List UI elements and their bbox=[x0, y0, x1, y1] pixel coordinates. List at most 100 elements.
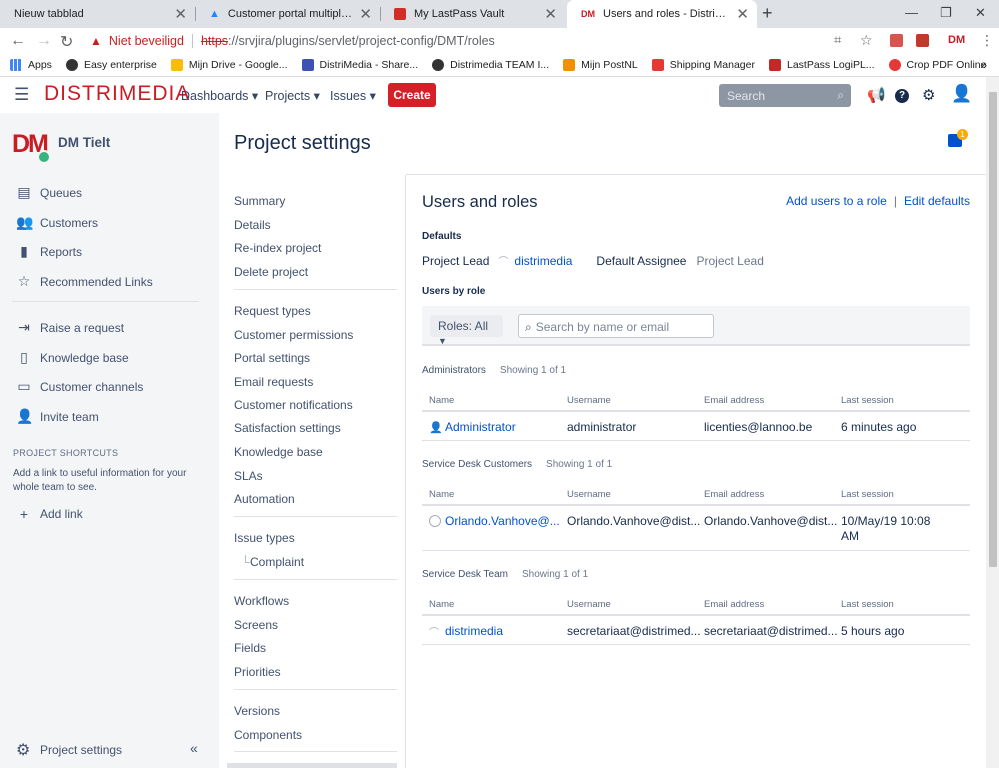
more-icon[interactable]: ⋮ bbox=[980, 32, 994, 49]
bookmark-item[interactable]: Mijn Drive - Google... bbox=[170, 59, 288, 71]
megaphone-icon[interactable]: 📢 bbox=[867, 86, 886, 104]
project-lead-link[interactable]: distrimedia bbox=[514, 254, 572, 268]
close-window-icon[interactable]: ✕ bbox=[975, 5, 986, 21]
bookmark-item[interactable]: DistriMedia - Share... bbox=[301, 59, 418, 71]
settings-nav-divider bbox=[234, 751, 397, 752]
sidebar-item-knowledge-base[interactable]: ▯ Knowledge base bbox=[16, 349, 129, 366]
issues-menu[interactable]: Issues ▾ bbox=[330, 88, 376, 103]
role-count: Showing 1 of 1 bbox=[521, 569, 589, 580]
gear-icon[interactable]: ⚙ bbox=[922, 86, 935, 104]
bookmark-item[interactable]: Distrimedia TEAM I... bbox=[432, 59, 549, 71]
gear-icon: ⚙ bbox=[16, 742, 31, 759]
translate-icon[interactable]: ⌗ bbox=[834, 32, 841, 48]
menu-icon[interactable]: ☰ bbox=[14, 85, 29, 105]
add-link-button[interactable]: + Add link bbox=[16, 506, 83, 522]
settings-nav-slas[interactable]: SLAs bbox=[234, 469, 263, 483]
user-name-link[interactable]: Administrator bbox=[445, 420, 516, 434]
settings-nav-divider bbox=[234, 579, 397, 580]
project-name[interactable]: DM Tielt bbox=[58, 135, 110, 150]
settings-nav-customer-permissions[interactable]: Customer permissions bbox=[234, 328, 353, 342]
settings-nav-details[interactable]: Details bbox=[234, 218, 271, 232]
browser-tab[interactable]: My LastPass Vault ✕ bbox=[380, 0, 565, 28]
settings-nav-request-types[interactable]: Request types bbox=[234, 304, 311, 318]
settings-nav-reindex[interactable]: Re-index project bbox=[234, 241, 321, 255]
address-field[interactable]: ▲ Niet beveiligd https://srvjira/plugins… bbox=[80, 30, 880, 52]
lastpass-icon bbox=[394, 8, 406, 20]
sidebar-item-customer-channels[interactable]: ▭ Customer channels bbox=[16, 378, 143, 395]
user-name-link[interactable]: Orlando.Vanhove@... bbox=[445, 514, 560, 528]
bookmark-item[interactable]: Shipping Manager bbox=[651, 59, 755, 71]
pdf-extension-icon[interactable] bbox=[890, 34, 903, 47]
sidebar-item-label: Reports bbox=[40, 244, 83, 259]
profile-avatar[interactable]: DM bbox=[948, 34, 965, 46]
bookmark-item[interactable]: Mijn PostNL bbox=[563, 59, 638, 71]
add-users-link[interactable]: Add users to a role bbox=[786, 194, 887, 208]
search-input[interactable]: Search ⌕ bbox=[719, 84, 851, 107]
settings-nav-workflows[interactable]: Workflows bbox=[234, 594, 289, 608]
settings-nav-customer-notifications[interactable]: Customer notifications bbox=[234, 398, 353, 412]
close-icon[interactable]: ✕ bbox=[359, 5, 372, 23]
new-tab-icon[interactable]: + bbox=[762, 3, 773, 24]
create-button[interactable]: Create bbox=[388, 83, 436, 107]
user-name-link[interactable]: distrimedia bbox=[445, 624, 503, 638]
edit-defaults-link[interactable]: Edit defaults bbox=[904, 194, 970, 208]
settings-nav-screens[interactable]: Screens bbox=[234, 618, 278, 632]
scrollbar-thumb[interactable] bbox=[989, 92, 997, 567]
dashboards-menu[interactable]: Dashboards ▾ bbox=[181, 88, 258, 103]
settings-nav-satisfaction[interactable]: Satisfaction settings bbox=[234, 421, 341, 435]
settings-nav-fields[interactable]: Fields bbox=[234, 641, 266, 655]
settings-nav-portal-settings[interactable]: Portal settings bbox=[234, 351, 310, 365]
browser-tab-active[interactable]: DM Users and roles - Distrimedia kla ✕ bbox=[567, 0, 757, 28]
sidebar-item-invite-team[interactable]: 👤 Invite team bbox=[16, 408, 99, 425]
sidebar-item-reports[interactable]: ▮ Reports bbox=[16, 243, 82, 260]
lastpass-extension-icon[interactable] bbox=[916, 34, 929, 47]
bookmarks-overflow-icon[interactable]: » bbox=[980, 58, 987, 72]
back-icon[interactable]: ← bbox=[10, 32, 26, 50]
settings-nav-summary[interactable]: Summary bbox=[234, 194, 285, 208]
content-divider bbox=[406, 174, 986, 175]
user-search-input[interactable]: ⌕ Search by name or email bbox=[518, 314, 714, 338]
service-desk-badge-icon bbox=[37, 150, 51, 164]
section-title: Users and roles bbox=[422, 193, 538, 211]
distrimedia-logo[interactable]: DISTRIMEDIA bbox=[44, 82, 190, 106]
close-icon[interactable]: ✕ bbox=[736, 5, 749, 23]
browser-tab[interactable]: Nieuw tabblad ✕ bbox=[0, 0, 195, 28]
settings-nav-knowledge-base[interactable]: Knowledge base bbox=[234, 445, 323, 459]
maximize-icon[interactable]: ❐ bbox=[940, 5, 952, 21]
settings-nav-automation[interactable]: Automation bbox=[234, 492, 295, 506]
bookmark-item[interactable]: Crop PDF Online bbox=[888, 59, 987, 71]
bookmarks-bar: Apps Easy enterprise Mijn Drive - Google… bbox=[0, 54, 999, 77]
sidebar-item-customers[interactable]: 👥 Customers bbox=[16, 214, 98, 231]
settings-nav-issue-types[interactable]: Issue types bbox=[234, 531, 295, 545]
settings-nav-versions[interactable]: Versions bbox=[234, 704, 280, 718]
roles-filter-dropdown[interactable]: Roles: All ▼ bbox=[430, 315, 503, 346]
sidebar-item-label: Customer channels bbox=[40, 379, 144, 394]
forward-icon[interactable]: → bbox=[36, 32, 52, 50]
sidebar-item-raise-request[interactable]: ⇥ Raise a request bbox=[16, 319, 124, 336]
bookmark-item[interactable]: LastPass LogiPL... bbox=[768, 59, 875, 71]
star-icon[interactable]: ☆ bbox=[860, 32, 873, 49]
projects-menu[interactable]: Projects ▾ bbox=[265, 88, 320, 103]
reload-icon[interactable]: ↻ bbox=[60, 32, 73, 52]
settings-nav-priorities[interactable]: Priorities bbox=[234, 665, 281, 679]
column-header: Last session bbox=[841, 395, 894, 406]
browser-tab[interactable]: ▲ Customer portal multiple project ✕ bbox=[195, 0, 380, 28]
bookmark-item[interactable]: Easy enterprise bbox=[65, 59, 157, 71]
sidebar-item-project-settings[interactable]: ⚙ Project settings bbox=[16, 740, 122, 760]
column-header: Last session bbox=[841, 489, 894, 500]
user-avatar-icon[interactable]: 👤 bbox=[951, 84, 972, 104]
minimize-icon[interactable]: — bbox=[905, 5, 918, 20]
help-icon[interactable]: ? bbox=[895, 89, 909, 103]
sidebar-item-queues[interactable]: ▤ Queues bbox=[16, 184, 82, 201]
settings-nav-delete[interactable]: Delete project bbox=[234, 265, 308, 279]
settings-nav-components[interactable]: Components bbox=[234, 728, 302, 742]
settings-nav-complaint[interactable]: Complaint bbox=[250, 555, 304, 569]
close-icon[interactable]: ✕ bbox=[544, 5, 557, 23]
close-icon[interactable]: ✕ bbox=[174, 5, 187, 23]
project-lead-label: Project Lead bbox=[422, 253, 490, 268]
sidebar-item-recommended-links[interactable]: ☆ Recommended Links bbox=[16, 273, 153, 290]
column-header: Email address bbox=[704, 599, 765, 610]
bookmark-apps[interactable]: Apps bbox=[10, 59, 52, 71]
collapse-sidebar-icon[interactable]: « bbox=[190, 740, 198, 756]
settings-nav-email-requests[interactable]: Email requests bbox=[234, 375, 313, 389]
